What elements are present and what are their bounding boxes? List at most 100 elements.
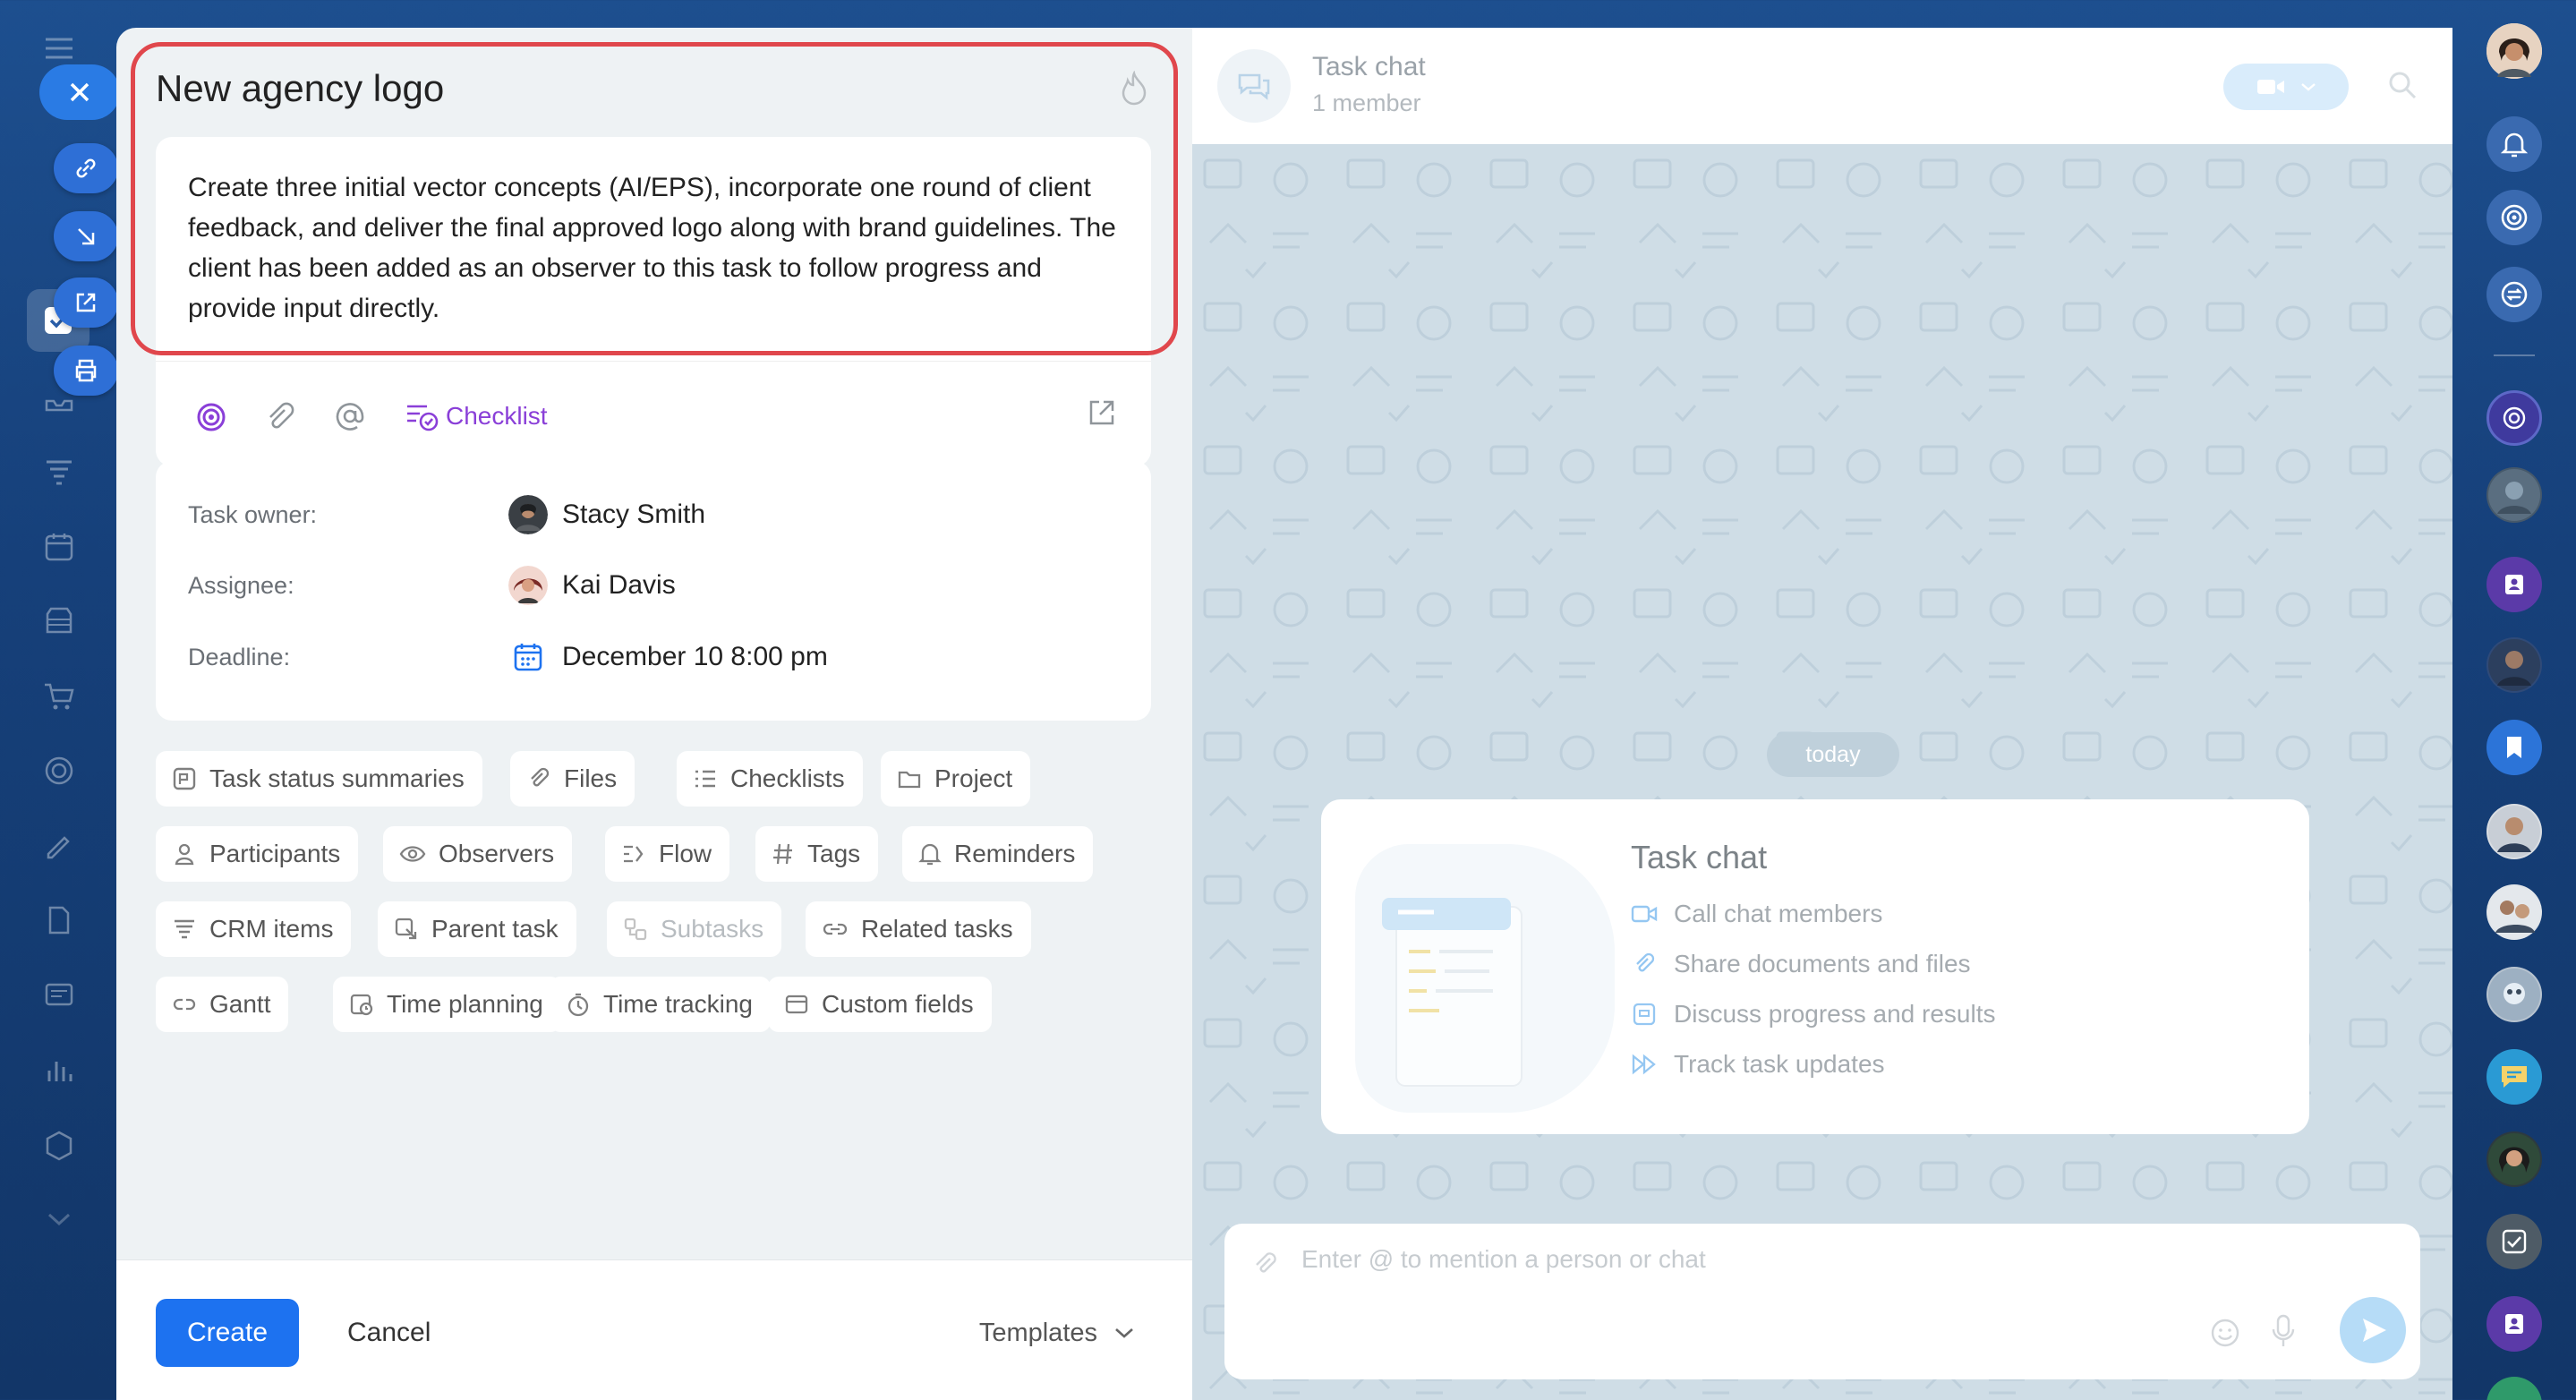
chip-time-planning[interactable]: Time planning <box>333 977 561 1032</box>
templates-label: Templates <box>978 1318 1097 1347</box>
external-link-icon <box>1089 400 1114 425</box>
expand-editor-button[interactable] <box>1087 397 1117 428</box>
document-icon[interactable] <box>36 897 82 943</box>
calendar-grid-icon[interactable] <box>36 524 82 570</box>
chat-search-button[interactable] <box>2386 69 2418 101</box>
copilot-icon <box>2501 204 2528 231</box>
chat-avatar-bot[interactable] <box>2486 967 2542 1022</box>
copilot-button[interactable] <box>193 399 229 435</box>
sign-icon[interactable] <box>36 822 82 868</box>
task-description-input[interactable]: Create three initial vector concepts (AI… <box>156 137 1151 370</box>
checklist-label: Checklist <box>446 402 548 430</box>
crm-icon <box>175 919 194 939</box>
emoji-icon[interactable] <box>2209 1317 2241 1349</box>
chip-custom-fields[interactable]: Custom fields <box>768 977 992 1032</box>
mention-button[interactable] <box>333 399 367 433</box>
attach-file-button[interactable] <box>263 399 295 435</box>
chip-crm-items[interactable]: CRM items <box>156 901 352 957</box>
minimize-button[interactable] <box>54 211 118 261</box>
subtasks-icon <box>624 918 647 941</box>
chip-time-tracking[interactable]: Time tracking <box>550 977 772 1032</box>
chip-label: Gantt <box>209 990 271 1018</box>
chat-green-item[interactable] <box>2486 1377 2542 1400</box>
copilot-button[interactable] <box>2486 190 2542 245</box>
cube-icon[interactable] <box>36 1123 82 1169</box>
feature-label: Discuss progress and results <box>1674 1000 1996 1028</box>
open-in-new-window-button[interactable] <box>54 277 118 328</box>
chevron-down-icon[interactable] <box>36 1196 82 1242</box>
chip-label: CRM items <box>209 915 334 943</box>
chat-copilot[interactable] <box>2486 390 2542 446</box>
sync-button[interactable] <box>2486 267 2542 322</box>
chat-tasks[interactable] <box>2486 1214 2542 1269</box>
owner-name[interactable]: Stacy Smith <box>562 499 705 530</box>
owner-avatar[interactable] <box>508 495 548 534</box>
assignee-name[interactable]: Kai Davis <box>562 570 676 601</box>
templates-dropdown[interactable]: Templates <box>979 1299 1135 1367</box>
chip-task-status-summaries[interactable]: Task status summaries <box>156 751 482 807</box>
video-call-button[interactable] <box>2223 64 2349 110</box>
print-button[interactable] <box>54 346 118 396</box>
eye-icon <box>399 846 426 862</box>
cart-icon[interactable] <box>36 673 82 720</box>
chip-participants[interactable]: Participants <box>156 826 359 882</box>
chat-general[interactable] <box>2486 1049 2542 1105</box>
description-toolbar: Checklist <box>156 361 1151 466</box>
filter-icon[interactable] <box>36 449 82 496</box>
chip-observers[interactable]: Observers <box>383 826 573 882</box>
task-title-input[interactable]: New agency logo <box>156 67 1149 110</box>
user-avatar[interactable] <box>2486 23 2542 79</box>
close-panel-button[interactable] <box>39 64 120 120</box>
paperclip-icon[interactable] <box>1251 1251 1280 1279</box>
chat-bookmarks[interactable] <box>2486 720 2542 775</box>
task-chat-panel: Task chat 1 member today Task chat Call … <box>1192 28 2452 1400</box>
owner-label: Task owner: <box>188 500 318 528</box>
chat-input-box[interactable]: Enter @ to mention a person or chat <box>1224 1224 2420 1379</box>
chat-purple-contact-2[interactable] <box>2486 1296 2542 1352</box>
target-icon[interactable] <box>36 747 82 794</box>
chip-flow[interactable]: Flow <box>605 826 730 882</box>
chip-checklists[interactable]: Checklists <box>677 751 863 807</box>
chip-parent-task[interactable]: Parent task <box>378 901 576 957</box>
cancel-button[interactable]: Cancel <box>347 1299 431 1367</box>
chip-gantt[interactable]: Gantt <box>156 977 289 1032</box>
chat-avatar-person-3[interactable] <box>2486 1131 2542 1187</box>
deadline-value[interactable]: December 10 8:00 pm <box>562 642 828 672</box>
assignee-avatar[interactable] <box>508 566 548 605</box>
send-button[interactable] <box>2340 1297 2406 1363</box>
chip-label: Related tasks <box>861 915 1013 943</box>
avatar <box>2488 806 2540 858</box>
analytics-icon[interactable] <box>36 1047 82 1094</box>
chip-subtasks[interactable]: Subtasks <box>607 901 782 957</box>
copy-link-button[interactable] <box>54 143 118 193</box>
chat-input-placeholder[interactable]: Enter @ to mention a person or chat <box>1301 1245 1706 1274</box>
chat-avatar-group[interactable] <box>2486 467 2542 523</box>
chat-avatar-person-2[interactable] <box>2486 804 2542 859</box>
chip-label: Custom fields <box>822 990 974 1018</box>
chip-label: Tags <box>807 840 861 867</box>
feature-call-members: Call chat members <box>1631 900 1882 928</box>
news-icon[interactable] <box>36 971 82 1018</box>
task-info-card: Task owner: Stacy Smith Assignee: Kai Da… <box>156 461 1151 721</box>
store-icon[interactable] <box>36 598 82 645</box>
chat-avatar-person-1[interactable] <box>2486 637 2542 693</box>
chip-label: Project <box>934 764 1013 792</box>
chat-avatar-group-2[interactable] <box>2486 884 2542 940</box>
title-row: New agency logo <box>156 67 1149 117</box>
chip-reminders[interactable]: Reminders <box>902 826 1094 882</box>
add-checklist-button[interactable]: Checklist <box>405 399 548 433</box>
priority-flame-icon[interactable] <box>1119 71 1149 108</box>
card-title: Task chat <box>1631 839 1768 875</box>
feature-track-updates: Track task updates <box>1631 1050 1885 1079</box>
chat-member-count[interactable]: 1 member <box>1312 90 1421 117</box>
chip-tags[interactable]: Tags <box>755 826 879 882</box>
chip-files[interactable]: Files <box>510 751 635 807</box>
chip-related-tasks[interactable]: Related tasks <box>806 901 1031 957</box>
create-button[interactable]: Create <box>156 1299 299 1367</box>
stopwatch-icon <box>567 993 589 1017</box>
chat-purple-contact[interactable] <box>2486 557 2542 612</box>
microphone-icon[interactable] <box>2270 1313 2297 1349</box>
notifications-button[interactable] <box>2486 116 2542 172</box>
avatar <box>2488 886 2540 938</box>
chip-project[interactable]: Project <box>881 751 1031 807</box>
